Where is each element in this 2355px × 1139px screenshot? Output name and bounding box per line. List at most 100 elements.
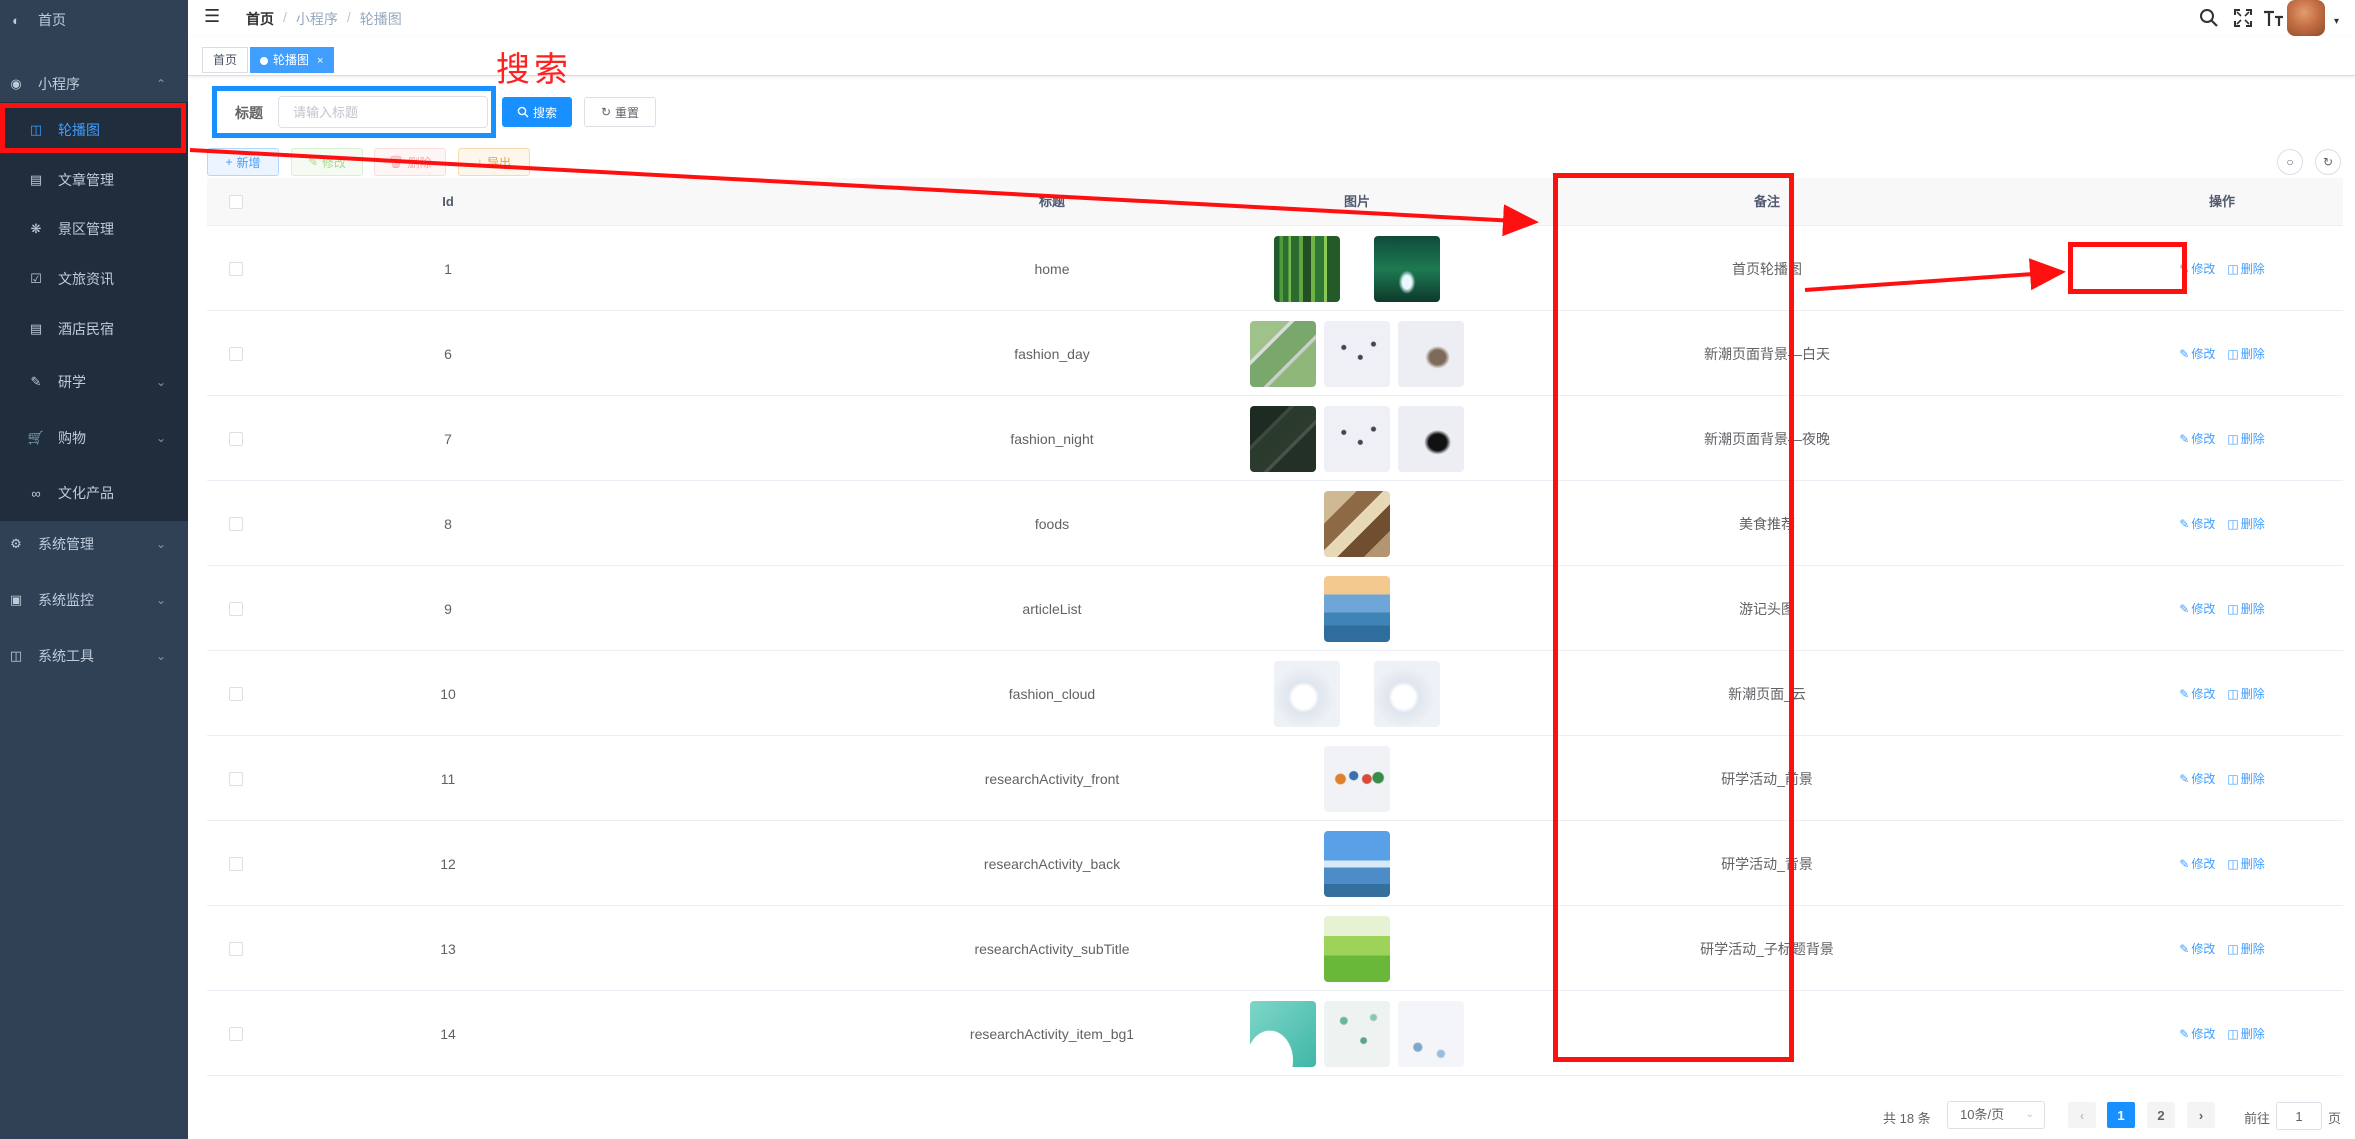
sidebar-item[interactable]: ❋ 景区管理 xyxy=(0,201,188,257)
thumbnail-image[interactable] xyxy=(1324,830,1390,897)
thumbnail-image[interactable] xyxy=(1374,235,1440,302)
row-checkbox[interactable] xyxy=(229,857,243,871)
row-delete-button[interactable]: ◫ 删除 xyxy=(2227,515,2264,532)
next-page-button[interactable]: › xyxy=(2187,1102,2215,1128)
thumbnail-image[interactable] xyxy=(1274,660,1340,727)
row-edit-label: 修改 xyxy=(2191,772,2216,786)
thumbnail-image[interactable] xyxy=(1250,320,1316,387)
thumbnail-image[interactable] xyxy=(1324,405,1390,472)
prev-page-button[interactable]: ‹ xyxy=(2068,1102,2096,1128)
thumbnail-image[interactable] xyxy=(1398,1000,1464,1067)
cell-id: 6 xyxy=(444,345,452,362)
page-1-button[interactable]: 1 xyxy=(2107,1102,2135,1128)
row-edit-button[interactable]: ✎ 修改 xyxy=(2179,1025,2215,1042)
delete-button-label: 删除 xyxy=(407,155,432,170)
row-delete-button[interactable]: ◫ 删除 xyxy=(2227,685,2264,702)
cell-title: foods xyxy=(1034,515,1070,532)
cell-remark: 美食推荐 xyxy=(1739,515,1795,532)
sidebar-item-label: 轮播图 xyxy=(58,122,100,138)
row-edit-button[interactable]: ✎ 修改 xyxy=(2179,515,2215,532)
trash-icon: ◫ xyxy=(2227,771,2239,786)
caret-down-icon[interactable]: ▾ xyxy=(2334,16,2339,27)
row-checkbox[interactable] xyxy=(229,772,243,786)
toggle-search-button[interactable]: ○ xyxy=(2277,149,2303,175)
thumbnail-image[interactable] xyxy=(1324,490,1390,557)
thumbnail-image[interactable] xyxy=(1324,320,1390,387)
font-size-icon[interactable] xyxy=(2263,8,2285,28)
row-checkbox[interactable] xyxy=(229,262,243,276)
reset-button[interactable]: ↻ 重置 xyxy=(584,97,656,127)
hamburger-icon[interactable]: ☰ xyxy=(204,6,220,27)
search-button-label: 搜索 xyxy=(532,105,557,120)
export-button[interactable]: ↓ 导出 xyxy=(458,148,530,176)
row-delete-button[interactable]: ◫ 删除 xyxy=(2227,345,2264,362)
sidebar-item[interactable]: ☑ 文旅资讯 xyxy=(0,251,188,307)
row-checkbox[interactable] xyxy=(229,432,243,446)
sidebar-item[interactable]: ▣ 系统监控 ⌄ xyxy=(0,572,188,628)
row-delete-button[interactable]: ◫ 删除 xyxy=(2227,855,2264,872)
row-edit-button[interactable]: ✎ 修改 xyxy=(2179,430,2215,447)
title-search-input[interactable] xyxy=(278,96,488,128)
sidebar-item[interactable]: ▤ 文章管理 xyxy=(0,152,188,208)
row-checkbox[interactable] xyxy=(229,517,243,531)
avatar[interactable] xyxy=(2287,0,2325,36)
select-all-checkbox[interactable] xyxy=(229,195,243,209)
cell-images xyxy=(1207,736,1507,821)
row-edit-button[interactable]: ✎ 修改 xyxy=(2179,940,2215,957)
row-edit-button[interactable]: ✎ 修改 xyxy=(2179,685,2215,702)
row-delete-button[interactable]: ◫ 删除 xyxy=(2227,770,2264,787)
row-delete-label: 删除 xyxy=(2240,432,2265,446)
row-edit-button[interactable]: ✎ 修改 xyxy=(2179,855,2215,872)
row-edit-button[interactable]: ✎ 修改 xyxy=(2179,770,2215,787)
row-edit-button[interactable]: ✎ 修改 xyxy=(2179,345,2215,362)
thumbnail-image[interactable] xyxy=(1250,405,1316,472)
row-checkbox[interactable] xyxy=(229,687,243,701)
thumbnail-image[interactable] xyxy=(1398,320,1464,387)
row-checkbox[interactable] xyxy=(229,942,243,956)
culture-icon: ∞ xyxy=(31,485,41,501)
sidebar-item[interactable]: ⚙ 系统管理 ⌄ xyxy=(0,516,188,572)
refresh-button[interactable]: ↻ xyxy=(2315,149,2341,175)
edit-button[interactable]: ✎ 修改 xyxy=(291,148,363,176)
goto-page-input[interactable] xyxy=(2276,1102,2322,1130)
sidebar-item[interactable]: 🛒 购物 ⌄ xyxy=(0,410,188,466)
close-icon[interactable]: × xyxy=(317,55,323,67)
row-delete-button[interactable]: ◫ 删除 xyxy=(2227,430,2264,447)
row-actions: ✎ 修改 ◫ 删除 xyxy=(2179,855,2264,872)
row-edit-button[interactable]: ✎ 修改 xyxy=(2179,260,2215,277)
row-delete-button[interactable]: ◫ 删除 xyxy=(2227,260,2264,277)
sidebar-item[interactable]: ✎ 研学 ⌄ xyxy=(0,354,188,410)
thumbnail-image[interactable] xyxy=(1324,1000,1390,1067)
row-delete-button[interactable]: ◫ 删除 xyxy=(2227,940,2264,957)
row-checkbox[interactable] xyxy=(229,1027,243,1041)
row-edit-button[interactable]: ✎ 修改 xyxy=(2179,600,2215,617)
row-delete-button[interactable]: ◫ 删除 xyxy=(2227,1025,2264,1042)
row-actions: ✎ 修改 ◫ 删除 xyxy=(2179,685,2264,702)
thumbnail-image[interactable] xyxy=(1274,235,1340,302)
sidebar-item[interactable]: ◫ 轮播图 xyxy=(0,102,188,158)
search-icon[interactable] xyxy=(2199,8,2219,28)
fullscreen-icon[interactable] xyxy=(2233,8,2253,28)
search-button[interactable]: 搜索 xyxy=(502,97,572,127)
thumbnail-image[interactable] xyxy=(1398,405,1464,472)
sidebar-item[interactable]: ◐ 首页 xyxy=(0,0,188,40)
thumbnail-image[interactable] xyxy=(1324,575,1390,642)
row-checkbox[interactable] xyxy=(229,347,243,361)
page-2-button[interactable]: 2 xyxy=(2147,1102,2175,1128)
sidebar-item-label: 购物 xyxy=(58,430,86,446)
row-delete-button[interactable]: ◫ 删除 xyxy=(2227,600,2264,617)
thumbnail-image[interactable] xyxy=(1250,1000,1316,1067)
thumbnail-image[interactable] xyxy=(1374,660,1440,727)
cell-title: researchActivity_front xyxy=(984,770,1120,787)
thumbnail-image[interactable] xyxy=(1324,745,1390,812)
page-size-select[interactable]: 10条/页 ⌄ xyxy=(1947,1101,2045,1129)
add-button[interactable]: + 新增 xyxy=(207,148,279,176)
thumbnail-image[interactable] xyxy=(1324,915,1390,982)
tag-home[interactable]: 首页 xyxy=(202,47,249,73)
sidebar-item[interactable]: ∞ 文化产品 xyxy=(0,465,188,521)
row-checkbox[interactable] xyxy=(229,602,243,616)
delete-button[interactable]: 🗑 删除 xyxy=(374,148,446,176)
sidebar-item[interactable]: ◫ 系统工具 ⌄ xyxy=(0,628,188,684)
sidebar-item[interactable]: ▤ 酒店民宿 xyxy=(0,301,188,357)
tag-current[interactable]: 轮播图 × xyxy=(250,47,335,73)
